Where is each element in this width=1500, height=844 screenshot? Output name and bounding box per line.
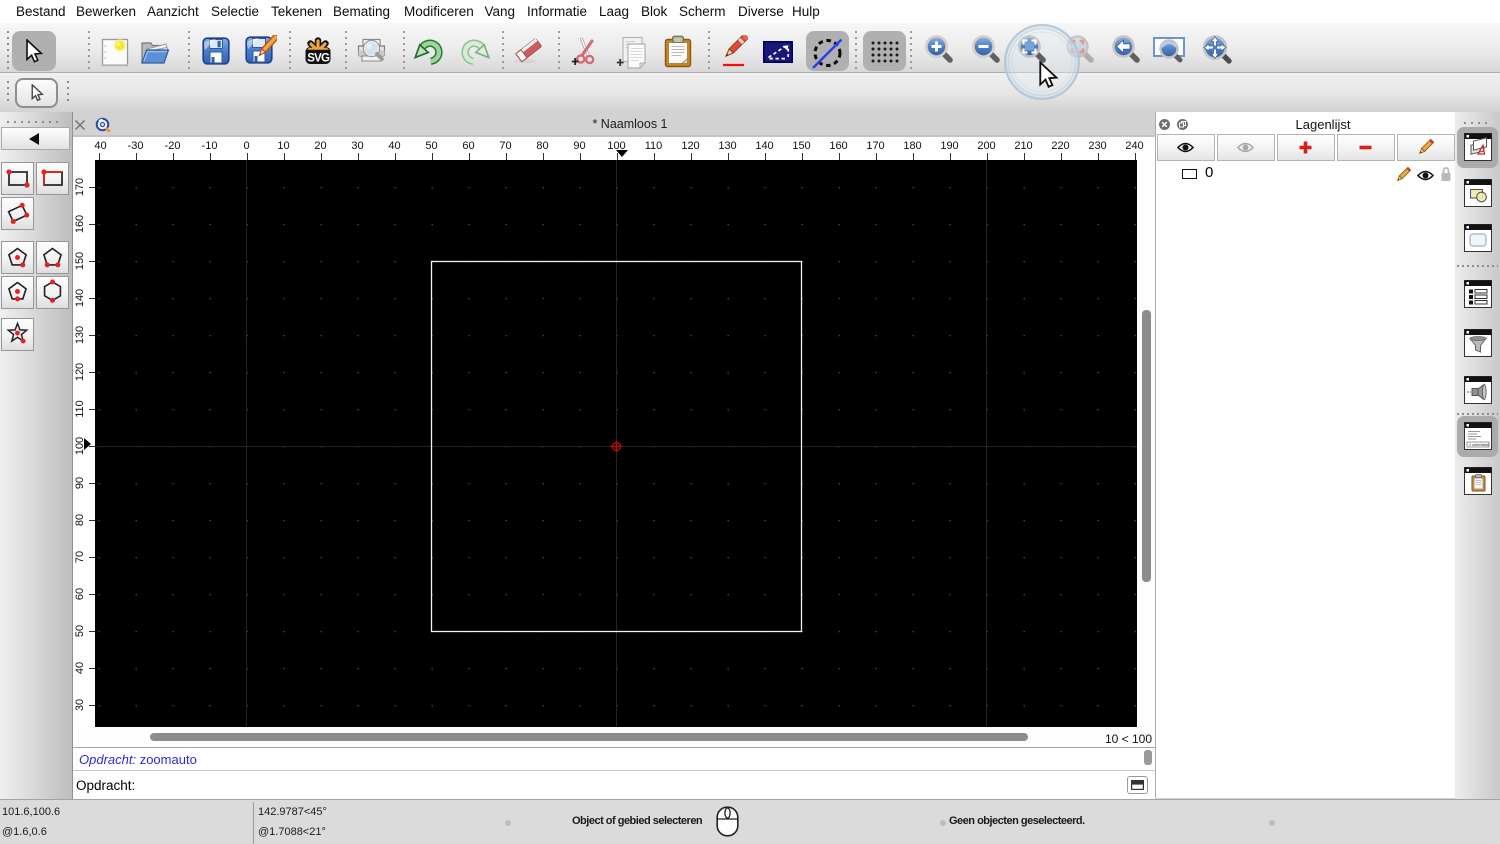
svg-text:> command: > command (1469, 443, 1489, 447)
svg-text:SVG: SVG (307, 53, 330, 65)
